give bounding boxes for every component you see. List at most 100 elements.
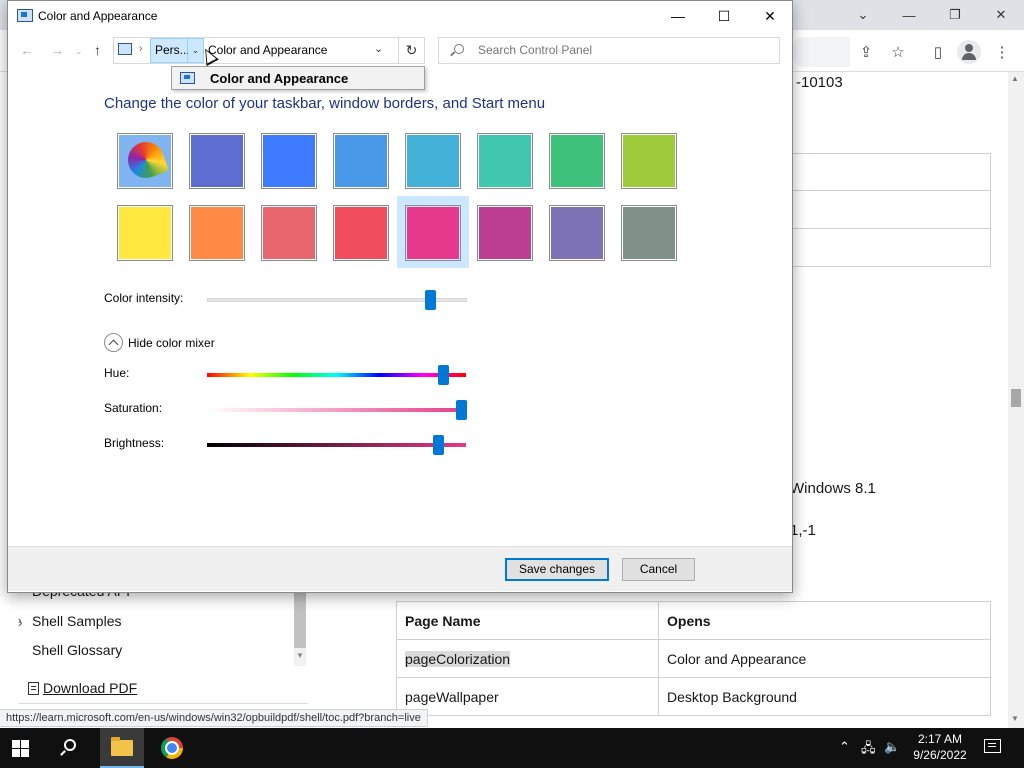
side-panel-icon[interactable]: ▯ [926,40,950,64]
table-cell: pageWallpaper [396,677,659,716]
windows-start-icon[interactable] [12,740,30,758]
color-swatch-yellow[interactable] [117,205,173,261]
breadcrumb-personalization[interactable]: Pers... [150,38,190,63]
color-swatch-green[interactable] [549,133,605,189]
column-header: Page Name [396,601,659,640]
toc-item-shell-glossary[interactable]: Shell Glossary [32,642,122,658]
menu-item-color-appearance[interactable]: Color and Appearance [210,71,348,86]
scroll-up-arrow-icon[interactable]: ▲ [1011,74,1019,83]
notification-icon[interactable] [984,739,1001,753]
search-input[interactable] [478,43,768,57]
brightness-label: Brightness: [104,436,165,450]
download-pdf-link[interactable]: Download PDF [28,680,137,696]
back-arrow-icon[interactable]: ← [20,42,34,58]
recent-locations-icon[interactable]: ⌄ [75,46,83,57]
browser-menu-icon[interactable]: ⋮ [990,40,1014,64]
system-clock[interactable]: 2:17 AM 9/26/2022 [908,731,972,763]
color-swatch-orange[interactable] [189,205,245,261]
share-icon[interactable]: ⇪ [854,40,878,64]
swatch-fill [407,207,459,259]
show-hidden-icons-chevron-icon[interactable]: ⌃ [839,739,850,755]
color-swatch-blue[interactable] [261,133,317,189]
saturation-slider-thumb[interactable] [456,400,467,420]
chrome-icon[interactable] [161,737,183,759]
table-row [792,191,991,229]
page-scrollbar-thumb[interactable] [1011,389,1021,407]
color-swatch-salmon[interactable] [261,205,317,261]
clock-date: 9/26/2022 [913,748,967,762]
page-text-fragment: 1,-1 [790,522,816,539]
search-icon [454,44,464,54]
brightness-slider-thumb[interactable] [433,435,444,455]
toc-item-shell-samples[interactable]: Shell Samples [32,613,122,629]
breadcrumb-dropdown-menu: Color and Appearance [171,66,425,90]
color-swatch-indigo[interactable] [189,133,245,189]
swatch-fill [335,207,387,259]
browser-minimize-button[interactable]: — [886,0,932,30]
cancel-button[interactable]: Cancel [622,558,695,581]
color-swatch-purple[interactable] [549,205,605,261]
address-history-chevron-icon[interactable]: ⌄ [374,42,383,55]
control-panel-icon [118,43,132,55]
address-bar[interactable] [790,37,850,67]
swatch-fill [479,207,531,259]
color-swatch-red[interactable] [333,205,389,261]
color-swatch-aqua[interactable] [477,133,533,189]
color-swatch-sky-blue[interactable] [333,133,389,189]
brightness-track[interactable] [207,443,466,447]
save-changes-button[interactable]: Save changes [505,558,609,581]
title-bar[interactable]: Color and Appearance — ☐ ✕ [8,1,792,31]
clock-time: 2:17 AM [917,732,963,746]
taskbar-search-icon[interactable] [64,739,76,751]
swatch-fill [119,207,171,259]
saturation-label: Saturation: [104,401,163,415]
tab-search-icon[interactable]: ⌄ [840,0,886,30]
hue-label: Hue: [104,366,130,380]
swatch-fill [191,135,243,187]
profile-avatar-icon[interactable] [957,40,981,64]
table-row: pageWallpaper Desktop Background [396,677,991,716]
network-icon[interactable]: 🖧 [861,739,876,761]
page-text-fragment: -10103 [796,74,843,91]
bookmark-star-icon[interactable]: ☆ [886,40,910,64]
swatch-fill [551,207,603,259]
color-swatch-automatic[interactable] [117,133,173,189]
swatch-fill [407,135,459,187]
breadcrumb-current[interactable]: Color and Appearance [208,43,327,57]
table-row [792,153,991,191]
swatch-fill [623,135,675,187]
download-pdf-label: Download PDF [43,680,138,696]
forward-arrow-icon[interactable]: → [50,42,64,58]
maximize-button[interactable]: ☐ [701,1,747,31]
table-header-row: Page Name Opens [396,601,991,640]
close-button[interactable]: ✕ [747,1,793,31]
volume-icon[interactable]: 🔈 [884,739,900,755]
color-swatch-teal-blue[interactable] [405,133,461,189]
intensity-slider-thumb[interactable] [425,290,436,310]
hide-color-mixer-link[interactable]: Hide color mixer [128,336,215,350]
intensity-label: Color intensity: [104,291,184,305]
table-cell: Desktop Background [658,677,991,716]
hue-track[interactable] [207,373,466,377]
page-name-table: Page Name Opens pageColorization Color a… [396,601,991,716]
chevron-up-icon[interactable] [104,333,123,352]
color-swatch-lime[interactable] [621,133,677,189]
up-arrow-icon[interactable]: ↑ [94,42,101,58]
scroll-down-arrow-icon[interactable]: ▼ [296,651,304,660]
swatch-fill [623,207,675,259]
scroll-down-arrow-icon[interactable]: ▼ [1011,714,1019,723]
browser-restore-button[interactable]: ❐ [932,0,978,30]
hue-slider-thumb[interactable] [438,365,449,385]
minimize-button[interactable]: — [655,1,701,31]
table-cell: Color and Appearance [658,639,991,678]
highlighted-text: pageColorization [405,650,511,667]
swatch-fill [263,135,315,187]
browser-close-button[interactable]: ✕ [978,0,1024,30]
toc-scrollbar-thumb[interactable] [294,592,306,648]
chevron-right-icon[interactable]: › [18,614,23,630]
refresh-icon[interactable]: ↻ [398,38,424,63]
saturation-track[interactable] [207,408,466,412]
color-swatch-gray[interactable] [621,205,677,261]
color-swatch-magenta[interactable] [477,205,533,261]
color-swatch-pink[interactable] [405,205,461,261]
